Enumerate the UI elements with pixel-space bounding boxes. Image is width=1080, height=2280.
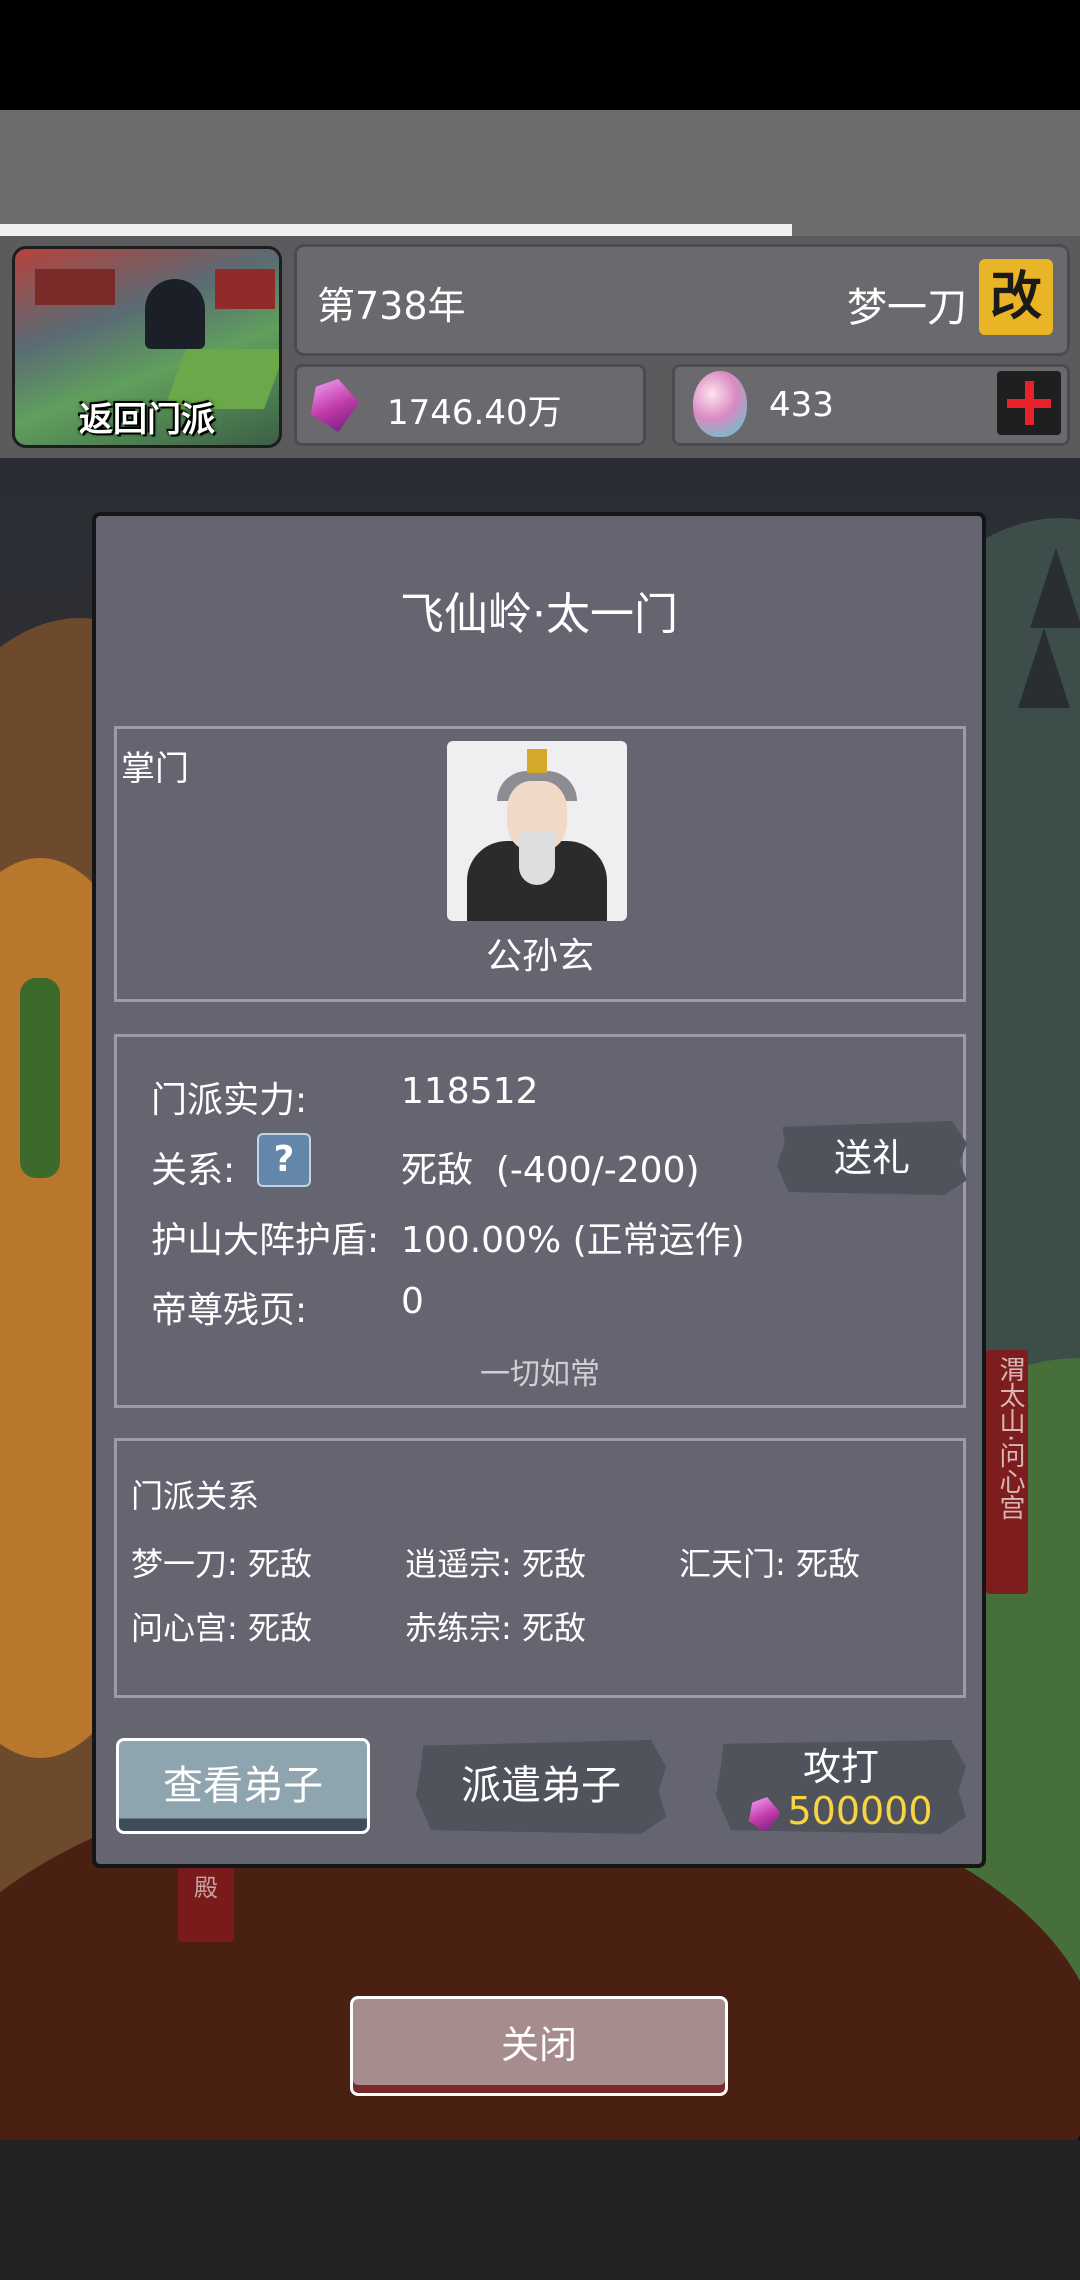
- return-label: 返回门派: [79, 400, 215, 440]
- attack-cost: 500000: [716, 1788, 966, 1834]
- progress-bar: [0, 224, 792, 236]
- crown-icon: [527, 749, 547, 773]
- beard: [519, 831, 555, 885]
- cactus-icon: [20, 978, 60, 1178]
- relation-item: 问心宫: 死敌: [131, 1609, 312, 1647]
- spirit-stone-count: 1746.40万: [387, 393, 562, 433]
- relation-value: 死敌 (-400/-200): [401, 1150, 700, 1191]
- player-name: 梦一刀: [847, 285, 967, 331]
- spirit-stone-icon: [304, 373, 364, 436]
- relation-item: 赤练宗: 死敌: [405, 1609, 586, 1647]
- leader-name: 公孙玄: [485, 936, 594, 977]
- spirit-stone-panel: 1746.40万: [294, 364, 646, 446]
- hall-tag-label: 殿: [194, 1874, 218, 1902]
- status-bar: [0, 0, 1080, 110]
- relation-item: 逍遥宗: 死敌: [405, 1545, 586, 1583]
- bottom-bar: [0, 2140, 1080, 2280]
- pagoda-icon: [145, 279, 205, 349]
- sect-dialog: 飞仙岭·太一门 掌门 公孙玄 门派实力: 118512 关系: ? 死敌 (-4…: [92, 512, 986, 1868]
- rename-button[interactable]: 改: [979, 259, 1053, 335]
- tree-icon: [1018, 628, 1070, 708]
- relation-label: 关系:: [151, 1150, 236, 1191]
- help-icon[interactable]: ?: [257, 1133, 311, 1187]
- status-text: 一切如常: [480, 1357, 600, 1392]
- year-text: 第738年: [317, 284, 466, 328]
- gift-button[interactable]: 送礼: [777, 1121, 967, 1195]
- building-icon: [215, 269, 275, 309]
- relations-section: 门派关系 梦一刀: 死敌 逍遥宗: 死敌 汇天门: 死敌 问心宫: 死敌 赤练宗…: [114, 1438, 966, 1698]
- year-panel: 第738年 梦一刀 改: [294, 244, 1070, 356]
- leader-portrait[interactable]: [447, 741, 627, 921]
- relations-title: 门派关系: [131, 1477, 260, 1515]
- location-tag-label: 渭太山·问心宫: [995, 1356, 1025, 1521]
- attack-cost-value: 500000: [787, 1789, 933, 1833]
- spirit-stone-icon: [745, 1792, 785, 1834]
- shield-label: 护山大阵护盾:: [151, 1220, 380, 1261]
- send-disciples-button[interactable]: 派遣弟子: [416, 1739, 666, 1834]
- close-button[interactable]: 关闭: [350, 1996, 728, 2096]
- power-label: 门派实力:: [151, 1080, 308, 1121]
- dialog-title: 飞仙岭·太一门: [400, 589, 678, 640]
- add-icon[interactable]: [997, 371, 1061, 435]
- leader-section: 掌门 公孙玄: [114, 726, 966, 1002]
- attack-button[interactable]: 攻打 500000: [716, 1739, 966, 1834]
- relation-item: 梦一刀: 死敌: [131, 1545, 312, 1583]
- shield-value: 100.00% (正常运作): [401, 1220, 745, 1261]
- egg-icon: [693, 371, 747, 437]
- sect-info-section: 门派实力: 118512 关系: ? 死敌 (-400/-200) 护山大阵护盾…: [114, 1034, 967, 1408]
- egg-panel: 433: [672, 364, 1070, 446]
- power-value: 118512: [401, 1071, 539, 1112]
- building-icon: [35, 269, 115, 305]
- hall-tag[interactable]: 殿: [178, 1856, 234, 1942]
- tree-icon: [1030, 548, 1080, 628]
- leader-label: 掌门: [121, 749, 189, 789]
- return-to-sect-button[interactable]: 返回门派: [12, 246, 282, 448]
- relation-item: 汇天门: 死敌: [679, 1545, 860, 1583]
- pages-label: 帝尊残页:: [151, 1290, 308, 1331]
- pages-value: 0: [401, 1281, 424, 1322]
- location-tag[interactable]: 渭太山·问心宫: [986, 1350, 1028, 1594]
- view-disciples-button[interactable]: 查看弟子: [116, 1738, 370, 1834]
- egg-count: 433: [769, 385, 834, 425]
